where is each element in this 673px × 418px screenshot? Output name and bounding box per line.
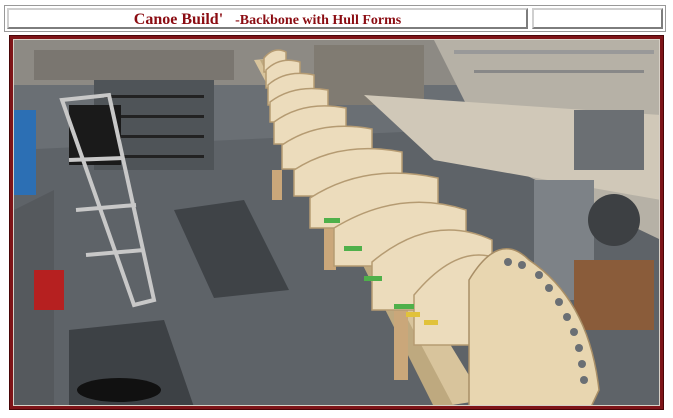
photo-frame bbox=[9, 35, 664, 410]
workshop-photo bbox=[13, 39, 660, 406]
header-bar: Canoe Build' -Backbone with Hull Forms bbox=[4, 5, 666, 32]
page-subtitle: -Backbone with Hull Forms bbox=[235, 13, 402, 28]
page-title: Canoe Build' bbox=[133, 11, 224, 28]
title-cell: Canoe Build' -Backbone with Hull Forms bbox=[7, 8, 528, 29]
empty-header-cell bbox=[532, 8, 663, 29]
title-line: Canoe Build' -Backbone with Hull Forms bbox=[9, 10, 526, 28]
workshop-photo-illustration bbox=[14, 40, 659, 405]
